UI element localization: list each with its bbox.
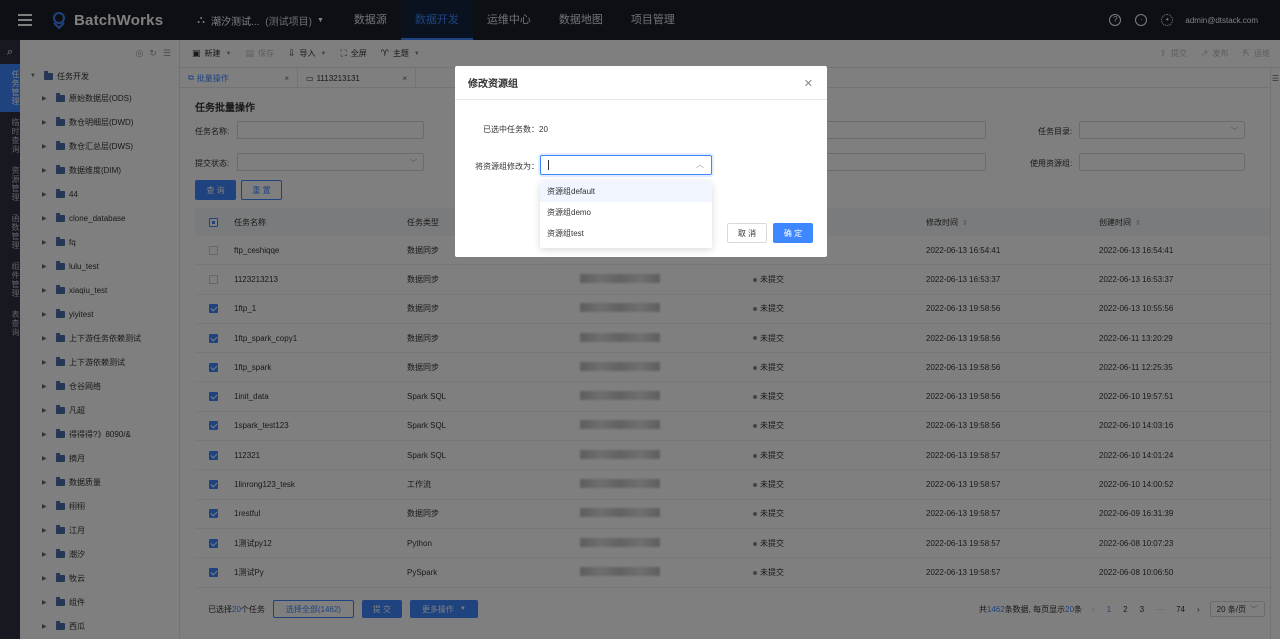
option-resource-group-default[interactable]: 资源组default bbox=[540, 181, 712, 202]
modal-title: 修改资源组 bbox=[455, 66, 827, 100]
resource-group-select[interactable]: ︿ bbox=[540, 155, 712, 175]
ok-button[interactable]: 确 定 bbox=[773, 223, 813, 243]
cancel-button[interactable]: 取 消 bbox=[727, 223, 767, 243]
option-resource-group-demo[interactable]: 资源组demo bbox=[540, 202, 712, 223]
selected-task-label: 已选中任务数： bbox=[483, 125, 539, 134]
option-resource-group-test[interactable]: 资源组test bbox=[540, 223, 712, 244]
close-icon[interactable]: ✕ bbox=[804, 77, 813, 90]
selected-task-count: 已选中任务数：20 bbox=[483, 124, 548, 135]
selected-task-value: 20 bbox=[539, 125, 548, 134]
resource-group-dropdown: 资源组default 资源组demo 资源组test bbox=[540, 181, 712, 248]
text-cursor bbox=[548, 160, 549, 170]
chevron-up-icon: ︿ bbox=[696, 160, 704, 169]
change-to-label: 将资源组修改为： bbox=[475, 162, 539, 171]
